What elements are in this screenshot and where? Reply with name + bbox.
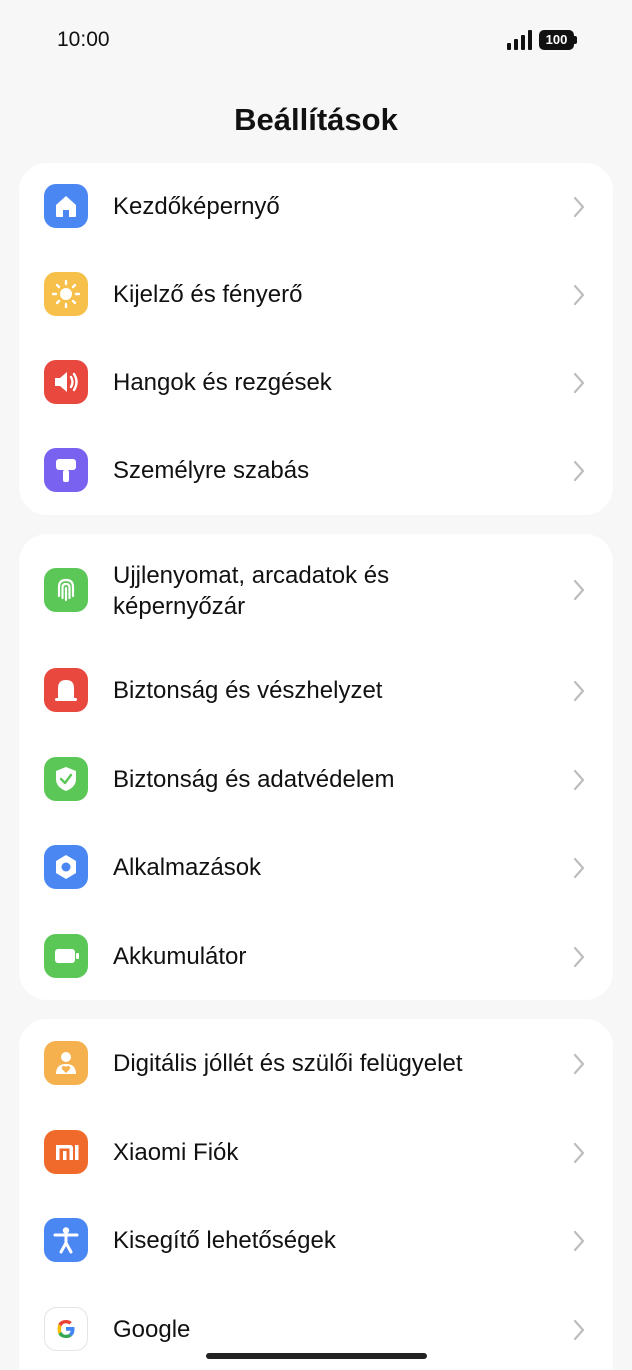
home-indicator[interactable] [206,1353,427,1359]
settings-item-label: Alkalmazások [113,854,262,881]
accessibility-icon [44,1218,88,1262]
settings-item-label: Akkumulátor [113,943,247,970]
battery-level: 100 [539,30,574,50]
settings-item-safety-emergency[interactable]: Biztonság és vészhelyzet [19,646,613,735]
settings-item-label: Biztonság és vészhelyzet [113,677,383,704]
settings-item-personalization[interactable]: Személyre szabás [19,427,613,515]
chevron-right-icon [571,856,587,880]
header: Beállítások [0,80,632,164]
chevron-right-icon [571,1318,587,1342]
settings-item-sounds[interactable]: Hangok és rezgések [19,339,613,427]
google-logo-icon [44,1307,88,1351]
page-title: Beállítások [234,102,398,137]
settings-item-label: Biztonság és adatvédelem [113,766,395,793]
battery-status-icon: 100 [539,30,577,50]
settings-item-display[interactable]: Kijelző és fényerő [19,251,613,339]
chevron-right-icon [571,945,587,969]
chevron-right-icon [571,195,587,219]
chevron-right-icon [571,1229,587,1253]
settings-item-label: Google [113,1316,191,1343]
emergency-light-icon [44,668,88,712]
settings-item-label: Digitális jóllét és szülői felügyelet [113,1050,463,1077]
chevron-right-icon [571,283,587,307]
settings-item-xiaomi-account[interactable]: Xiaomi Fiók [19,1108,613,1196]
chevron-right-icon [571,1052,587,1076]
chevron-right-icon [571,578,587,602]
speaker-icon [44,360,88,404]
settings-item-battery[interactable]: Akkumulátor [19,912,613,1000]
status-time: 10:00 [57,28,110,51]
chevron-right-icon [571,371,587,395]
battery-icon [44,934,88,978]
mi-logo-icon [44,1130,88,1174]
chevron-right-icon [571,1141,587,1165]
settings-group-3: Digitális jóllét és szülői felügyelet Xi… [19,1019,613,1370]
wellbeing-icon [44,1041,88,1085]
sun-icon [44,272,88,316]
settings-item-digital-wellbeing[interactable]: Digitális jóllét és szülői felügyelet [19,1019,613,1108]
settings-item-label: Xiaomi Fiók [113,1139,239,1166]
settings-item-fingerprint[interactable]: Ujjlenyomat, arcadatok és képernyőzár [19,534,613,646]
settings-item-label: Kezdőképernyő [113,193,280,220]
brush-icon [44,448,88,492]
chevron-right-icon [571,768,587,792]
settings-item-label-line2: képernyőzár [113,593,246,620]
settings-item-label: Személyre szabás [113,457,310,484]
fingerprint-icon [44,568,88,612]
signal-icon [507,30,533,50]
home-icon [44,184,88,228]
shield-check-icon [44,757,88,801]
settings-item-label: Kijelző és fényerő [113,281,303,308]
settings-group-1: Kezdőképernyő Kijelző és fényerő Hangok … [19,163,613,515]
chevron-right-icon [571,679,587,703]
settings-item-label: Kisegítő lehetőségek [113,1227,336,1254]
settings-group-2: Ujjlenyomat, arcadatok és képernyőzár Bi… [19,534,613,1000]
settings-item-accessibility[interactable]: Kisegítő lehetőségek [19,1196,613,1285]
status-bar: 10:00 100 [0,0,632,80]
settings-item-home-screen[interactable]: Kezdőképernyő [19,163,613,251]
settings-item-apps[interactable]: Alkalmazások [19,823,613,912]
settings-item-security-privacy[interactable]: Biztonság és adatvédelem [19,735,613,823]
chevron-right-icon [571,459,587,483]
settings-item-label: Ujjlenyomat, arcadatok és [113,562,390,589]
apps-gear-icon [44,845,88,889]
settings-item-label: Hangok és rezgések [113,369,332,396]
